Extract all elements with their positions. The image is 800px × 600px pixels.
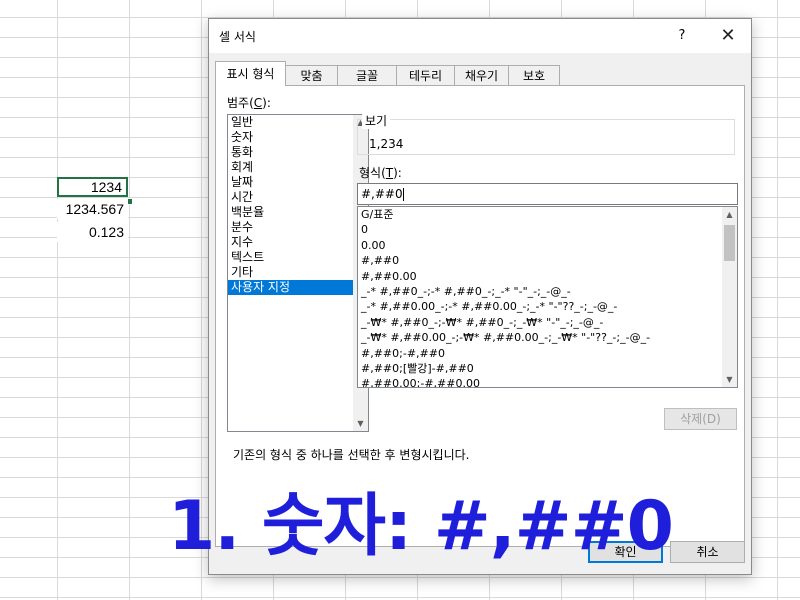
- format-code-item[interactable]: #,##0.00;-#,##0.00: [358, 376, 721, 387]
- format-code-item[interactable]: _-* #,##0_-;-* #,##0_-;_-* "-"_-;_-@_-: [358, 284, 721, 299]
- cell-value[interactable]: 0.123: [57, 222, 128, 242]
- dialog-titlebar: 셀 서식 ? ✕: [209, 19, 751, 53]
- format-code-item[interactable]: 0.00: [358, 238, 721, 253]
- category-item[interactable]: 사용자 지정: [228, 280, 353, 295]
- format-code-list[interactable]: G/표준 0 0.00 #,##0 #,##0.00 _-* #,##0_-;-* #,#…: [357, 206, 738, 388]
- tab-alignment[interactable]: 맞춤: [285, 65, 338, 85]
- category-item[interactable]: 회계: [228, 160, 353, 175]
- preview-value: 1,234: [369, 137, 404, 151]
- category-label: 범주(C):: [227, 96, 271, 110]
- category-item[interactable]: 숫자: [228, 130, 353, 145]
- delete-button[interactable]: 삭제(D): [664, 408, 737, 430]
- preview-label: 보기: [362, 112, 391, 129]
- tab-number[interactable]: 표시 형식: [215, 61, 286, 86]
- category-item[interactable]: 텍스트: [228, 250, 353, 265]
- format-list-scrollbar[interactable]: ▲ ▼: [722, 207, 737, 387]
- close-button[interactable]: ✕: [715, 25, 741, 47]
- category-item[interactable]: 일반: [228, 115, 353, 130]
- cell-selected[interactable]: 1234: [57, 177, 128, 197]
- text-caret: [402, 188, 404, 201]
- description-text: 기존의 형식 중 하나를 선택한 후 변형시킵니다.: [233, 448, 470, 462]
- format-label: 형식(T):: [359, 166, 402, 180]
- tab-font[interactable]: 글꼴: [337, 65, 397, 85]
- cell-value[interactable]: 1234.567: [57, 199, 128, 219]
- scroll-up-arrow-icon[interactable]: ▲: [722, 207, 737, 222]
- format-code-item[interactable]: #,##0.00: [358, 269, 721, 284]
- preview-group: 1,234: [357, 119, 735, 155]
- category-item[interactable]: 날짜: [228, 175, 353, 190]
- format-code-item[interactable]: _-₩* #,##0_-;-₩* #,##0_-;_-₩* "-"_-;_-@_…: [358, 315, 721, 330]
- help-button[interactable]: ?: [671, 26, 693, 46]
- scroll-down-arrow-icon[interactable]: ▼: [353, 416, 368, 431]
- tab-fill[interactable]: 채우기: [454, 65, 509, 85]
- format-code-item[interactable]: #,##0;[빨강]-#,##0: [358, 361, 721, 376]
- annotation-overlay-text: 1. 숫자: #,##0: [168, 487, 674, 566]
- scroll-thumb[interactable]: [724, 225, 735, 261]
- format-code-item[interactable]: G/표준: [358, 207, 721, 222]
- category-item[interactable]: 지수: [228, 235, 353, 250]
- scroll-down-arrow-icon[interactable]: ▼: [722, 372, 737, 387]
- category-item[interactable]: 시간: [228, 190, 353, 205]
- format-code-item[interactable]: _-₩* #,##0.00_-;-₩* #,##0.00_-;_-₩* "-"?…: [358, 330, 721, 345]
- format-code-item[interactable]: _-* #,##0.00_-;-* #,##0.00_-;_-* "-"??_-…: [358, 299, 721, 314]
- format-code-item[interactable]: #,##0: [358, 253, 721, 268]
- category-item[interactable]: 기타: [228, 265, 353, 280]
- category-list[interactable]: 일반 숫자 통화 회계 날짜 시간 백분율 분수 지수 텍스트 기타 사용자 지정 ▲ ▼: [227, 114, 369, 432]
- format-code-item[interactable]: #,##0;-#,##0: [358, 346, 721, 361]
- format-code-input[interactable]: #,##0: [357, 183, 738, 205]
- cancel-button[interactable]: 취소: [670, 541, 745, 563]
- dialog-title: 셀 서식: [219, 30, 256, 44]
- tab-border[interactable]: 테두리: [396, 65, 455, 85]
- tab-protection[interactable]: 보호: [508, 65, 560, 85]
- category-item[interactable]: 통화: [228, 145, 353, 160]
- category-item[interactable]: 분수: [228, 220, 353, 235]
- category-item[interactable]: 백분율: [228, 205, 353, 220]
- format-code-item[interactable]: 0: [358, 222, 721, 237]
